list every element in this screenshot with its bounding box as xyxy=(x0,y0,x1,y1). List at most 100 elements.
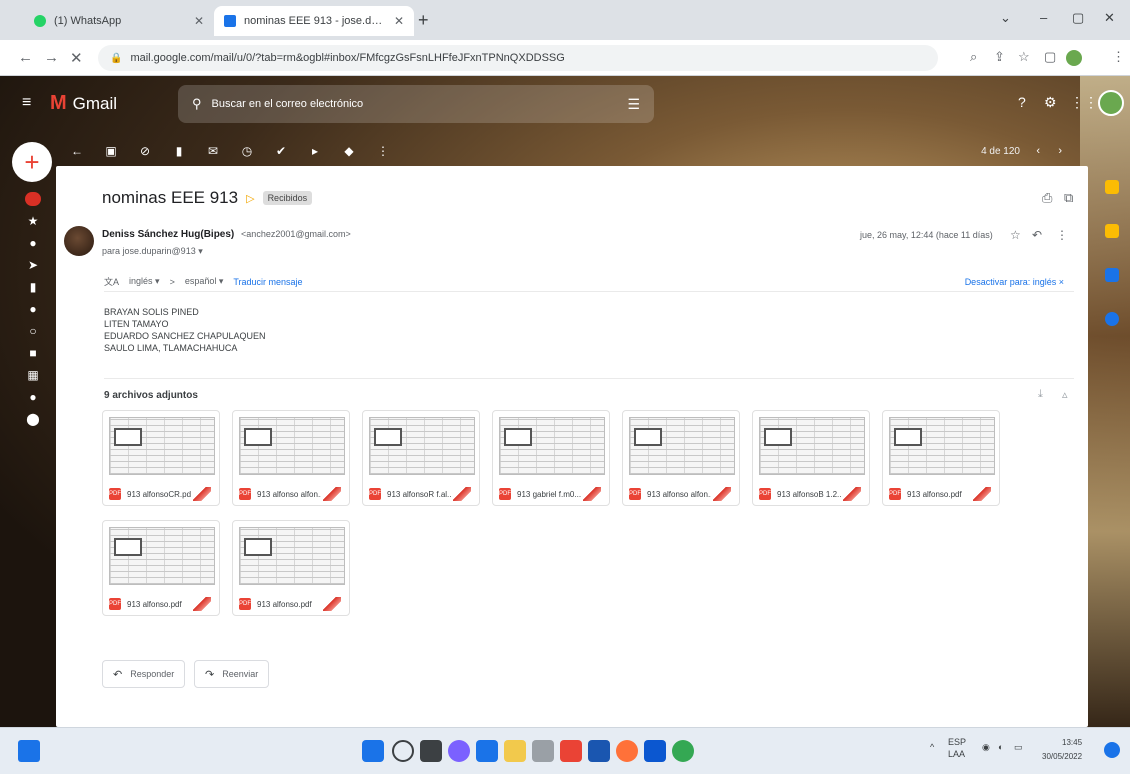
chrome-icon[interactable] xyxy=(672,740,694,762)
back-to-inbox-icon[interactable]: ← xyxy=(60,144,94,158)
attachment-card[interactable]: PDF 913 alfonso.pdf xyxy=(102,520,220,616)
drafts-icon[interactable]: ▮ xyxy=(22,280,44,302)
keep-icon[interactable] xyxy=(1105,224,1119,238)
important-icon[interactable]: ● xyxy=(22,302,44,324)
close-tab-icon[interactable]: ✕ xyxy=(194,14,204,28)
chat-icon[interactable]: ■ xyxy=(22,346,44,368)
sender-avatar[interactable] xyxy=(64,226,94,256)
attachment-card[interactable]: PDF 913 alfonso alfon... xyxy=(622,410,740,506)
more-actions-icon[interactable]: ⋮ xyxy=(366,144,400,158)
message-more-icon[interactable]: ⋮ xyxy=(1056,228,1068,242)
attachment-action-icon[interactable] xyxy=(453,487,471,501)
recipient-line[interactable]: para jose.duparin@913 ▾ xyxy=(102,246,203,257)
compose-button[interactable]: + xyxy=(12,142,52,182)
target-language-select[interactable]: español ▾ xyxy=(185,276,224,287)
attachment-action-icon[interactable] xyxy=(193,597,211,611)
system-clock[interactable]: 13:45 30/05/2022 xyxy=(1042,736,1082,764)
attachment-card[interactable]: PDF 913 alfonso alfon... xyxy=(232,410,350,506)
meet-icon[interactable]: ● xyxy=(22,390,44,412)
attachment-card[interactable]: PDF 913 alfonso.pdf xyxy=(882,410,1000,506)
minimize-button[interactable]: – xyxy=(1040,10,1047,25)
tab-search-icon[interactable]: ⌄ xyxy=(1000,10,1011,26)
battery-icon[interactable]: ▭ xyxy=(1014,742,1023,753)
labels-icon[interactable]: ◆ xyxy=(332,144,366,158)
search-options-icon[interactable]: ☰ xyxy=(627,96,640,113)
sender-name[interactable]: Deniss Sánchez Hug(Bipes) xyxy=(102,229,234,240)
attachment-action-icon[interactable] xyxy=(323,487,341,501)
snooze-icon[interactable]: ◷ xyxy=(230,144,264,158)
move-to-icon[interactable]: ▸ xyxy=(298,144,332,158)
disable-translate-link[interactable]: Desactivar para: inglés × xyxy=(965,277,1064,287)
volume-icon[interactable]: ◐ xyxy=(998,742,1003,752)
task-view-icon[interactable] xyxy=(420,740,442,762)
bookmark-star-icon[interactable]: ☆ xyxy=(1018,49,1030,65)
word-icon[interactable] xyxy=(588,740,610,762)
tasks-icon[interactable] xyxy=(1105,268,1119,282)
search-bar[interactable]: ⚲ Buscar en el correo electrónico ☰ xyxy=(178,85,654,123)
maximize-button[interactable]: ▢ xyxy=(1072,10,1084,26)
close-window-button[interactable]: ✕ xyxy=(1104,10,1115,26)
calendar-icon[interactable] xyxy=(1105,180,1119,194)
inbox-icon[interactable] xyxy=(22,192,44,214)
zoom-icon[interactable]: ⌕ xyxy=(970,49,977,65)
importance-marker-icon[interactable]: ▷ xyxy=(246,192,254,205)
help-icon[interactable]: ? xyxy=(1018,94,1026,110)
attachment-action-icon[interactable] xyxy=(843,487,861,501)
sent-icon[interactable]: ➤ xyxy=(22,258,44,280)
settings-icon[interactable]: ⚙ xyxy=(1044,94,1057,111)
attachment-card[interactable]: PDF 913 alfonsoCR.pdf xyxy=(102,410,220,506)
url-field[interactable]: 🔒 mail.google.com/mail/u/0/?tab=rm&ogbl#… xyxy=(98,45,938,71)
chat-taskbar-icon[interactable] xyxy=(448,740,470,762)
contacts-icon[interactable] xyxy=(1105,312,1119,326)
widgets-icon[interactable] xyxy=(18,740,40,762)
apps-grid-icon[interactable]: ⋮⋮ xyxy=(1070,94,1098,111)
language-indicator[interactable]: ESP LAA xyxy=(948,736,966,760)
account-avatar[interactable] xyxy=(1098,90,1124,116)
wifi-icon[interactable]: ◉ xyxy=(982,742,990,753)
snoozed-icon[interactable]: ● xyxy=(22,236,44,258)
print-icon[interactable]: ⎙ xyxy=(1042,190,1052,206)
star-icon[interactable]: ☆ xyxy=(1010,228,1021,242)
gmail-logo[interactable]: M Gmail xyxy=(50,92,117,115)
attachment-action-icon[interactable] xyxy=(583,487,601,501)
attachment-action-icon[interactable] xyxy=(193,487,211,501)
profile-icon[interactable] xyxy=(1066,50,1082,66)
reply-button[interactable]: ↶ Responder xyxy=(102,660,186,688)
close-tab-icon[interactable]: ✕ xyxy=(394,14,404,28)
more-menu-icon[interactable]: ⋮ xyxy=(1112,49,1125,65)
label-icon[interactable]: ⬤ xyxy=(22,412,44,434)
prev-page-icon[interactable]: ‹ xyxy=(1036,145,1040,157)
attachment-card[interactable]: PDF 913 alfonsoR f.al... xyxy=(362,410,480,506)
reply-icon[interactable]: ↶ xyxy=(1032,228,1042,242)
inbox-label-chip[interactable]: Recibidos xyxy=(262,191,313,205)
forward-icon[interactable]: → xyxy=(44,49,59,66)
store-icon[interactable] xyxy=(532,740,554,762)
open-new-window-icon[interactable]: ⧉ xyxy=(1064,190,1073,206)
stop-icon[interactable]: ✕ xyxy=(70,49,83,67)
forward-button[interactable]: ↷ Reenviar xyxy=(194,660,270,688)
next-page-icon[interactable]: › xyxy=(1058,145,1062,157)
firefox-icon[interactable] xyxy=(616,740,638,762)
scheduled-icon[interactable]: ○ xyxy=(22,324,44,346)
mark-unread-icon[interactable]: ✉ xyxy=(196,144,230,158)
download-all-icon[interactable]: ⤓ xyxy=(1038,388,1043,401)
delete-icon[interactable]: ▮ xyxy=(162,144,196,158)
start-icon[interactable] xyxy=(362,740,384,762)
translate-message-link[interactable]: Traducir mensaje xyxy=(233,277,302,287)
notifications-icon[interactable] xyxy=(1104,742,1120,758)
attachment-card[interactable]: PDF 913 alfonsoB 1.2... xyxy=(752,410,870,506)
add-task-icon[interactable]: ✔ xyxy=(264,144,298,158)
sidebar-icon[interactable]: ▢ xyxy=(1044,49,1056,65)
source-language-select[interactable]: inglés ▾ xyxy=(129,276,160,287)
edge-icon[interactable] xyxy=(644,740,666,762)
spaces-icon[interactable]: ▦ xyxy=(22,368,44,390)
search-icon[interactable]: ⚲ xyxy=(192,96,202,112)
search-input[interactable]: Buscar en el correo electrónico xyxy=(212,98,628,110)
attachment-action-icon[interactable] xyxy=(713,487,731,501)
report-spam-icon[interactable]: ⊘ xyxy=(128,144,162,158)
file-explorer-icon[interactable] xyxy=(476,740,498,762)
starred-icon[interactable]: ★ xyxy=(22,214,44,236)
new-tab-button[interactable]: + xyxy=(418,10,429,31)
tab-gmail[interactable]: nominas EEE 913 - jose.duparin ✕ xyxy=(214,6,414,36)
save-to-drive-icon[interactable]: ▵ xyxy=(1062,388,1068,401)
